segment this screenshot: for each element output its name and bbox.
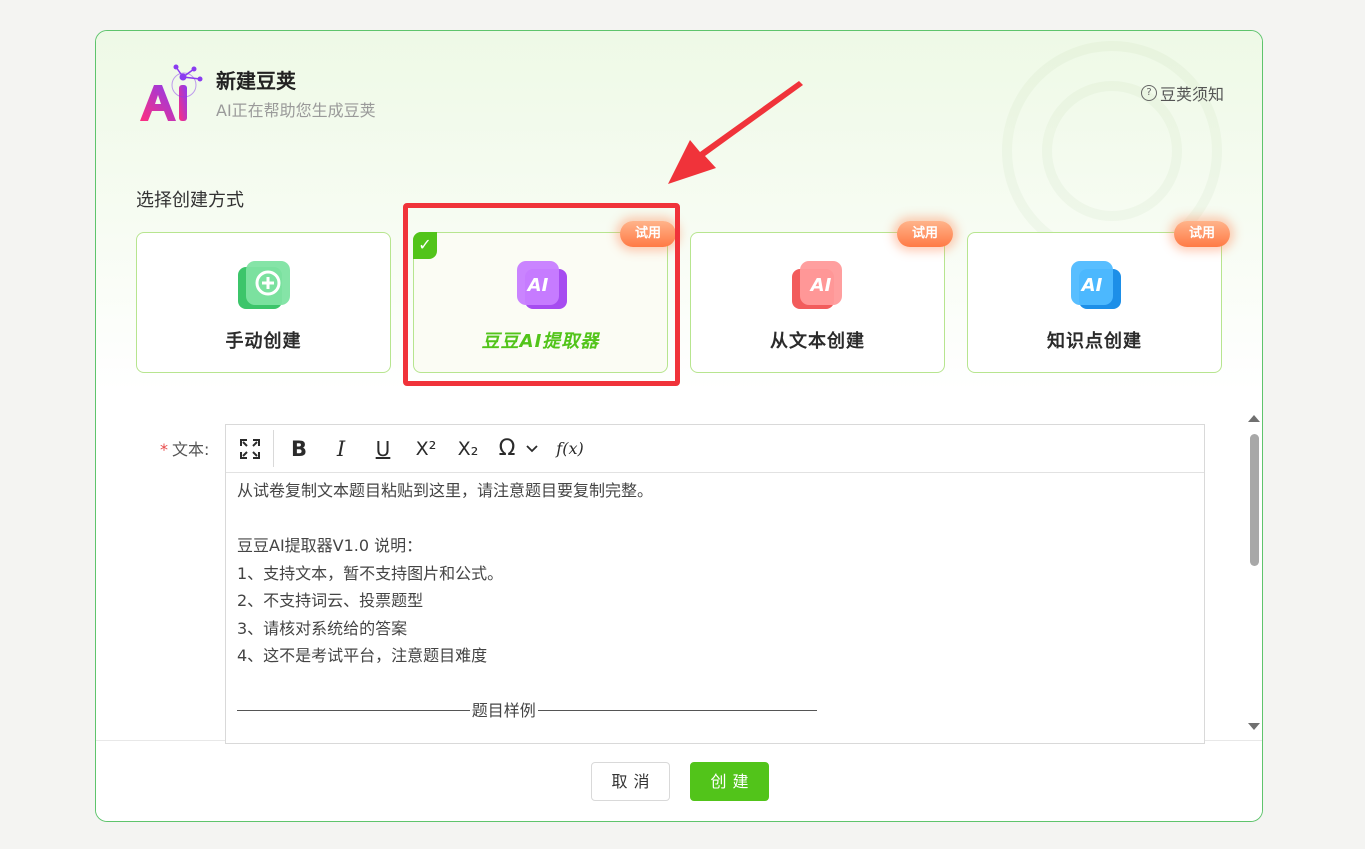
editor-line (237, 670, 1193, 698)
trial-badge: 试用 (897, 221, 953, 247)
subscript-button[interactable]: X₂ (452, 425, 484, 472)
italic-button[interactable]: I (326, 425, 356, 472)
editor-toolbar: B I U X² X₂ Ω f(x) (226, 425, 1204, 473)
cancel-button[interactable]: 取消 (591, 762, 670, 801)
special-char-button[interactable]: Ω (494, 425, 520, 472)
svg-text:AI: AI (1079, 275, 1102, 296)
underline-button[interactable]: U (368, 425, 398, 472)
chevron-down-icon[interactable] (524, 425, 540, 472)
scrollbar-thumb[interactable] (1250, 434, 1259, 566)
card-label: 手动创建 (225, 331, 302, 352)
plus-folder-icon (237, 261, 290, 309)
dialog-subtitle: AI正在帮助您生成豆荚 (216, 101, 376, 120)
card-ai-extractor[interactable]: ✓ 试用 AI 豆豆AI提取器 (413, 221, 676, 373)
text-editor[interactable]: B I U X² X₂ Ω f(x) 从试卷复制文本题目粘贴到这里，请注意题目要… (225, 424, 1205, 744)
card-text-create[interactable]: 试用 AI 从文本创建 (690, 221, 953, 373)
sample-label: 题目样例 (471, 701, 536, 720)
editor-line: 1、支持文本，暂不支持图片和公式。 (237, 563, 504, 583)
editor-line: 从试卷复制文本题目粘贴到这里，请注意题目要复制完整。 (237, 481, 654, 500)
trial-badge: 试用 (620, 221, 676, 247)
check-icon: ✓ (413, 232, 437, 259)
divider-rule (537, 710, 817, 712)
ai-purple-icon: AI (516, 261, 567, 309)
card-label: 知识点创建 (1047, 331, 1142, 352)
svg-text:AI: AI (808, 275, 831, 296)
scroll-up-icon[interactable] (1248, 415, 1260, 422)
svg-text:AI: AI (525, 275, 548, 296)
editor-content[interactable]: 从试卷复制文本题目粘贴到这里，请注意题目要复制完整。 豆豆AI提取器V1.0 说… (237, 477, 1193, 725)
card-manual-create[interactable]: 手动创建 (136, 232, 391, 373)
creation-method-label: 选择创建方式 (136, 190, 244, 211)
pointer-arrow-icon (668, 81, 803, 184)
editor-line: 3、请核对系统给的答案 (237, 618, 408, 638)
dialog-scrollbar[interactable] (1244, 410, 1262, 740)
text-field-label: * 文本: (160, 436, 209, 460)
card-label: 豆豆AI提取器 (481, 331, 600, 352)
editor-line: 2、不支持词云、投票题型 (237, 591, 424, 610)
divider-rule (237, 710, 470, 712)
superscript-button[interactable]: X² (410, 425, 442, 472)
fullscreen-icon[interactable] (226, 425, 273, 472)
question-circle-icon: ? (1140, 85, 1157, 101)
creation-method-cards: 手动创建 ✓ 试用 AI 豆豆AI提取器 试用 AI 从文本创建 试用 AI 知… (136, 221, 1230, 375)
required-mark: * (160, 440, 168, 459)
trial-badge: 试用 (1174, 221, 1230, 247)
editor-line: 豆豆AI提取器V1.0 说明： (237, 536, 423, 555)
editor-line (237, 505, 1193, 533)
pod-guide-link[interactable]: ? 豆荚须知 (1140, 81, 1224, 105)
text-label: 文本: (172, 440, 210, 459)
dialog-footer: 取消 创建 (96, 740, 1262, 821)
formula-button[interactable]: f(x) (552, 425, 588, 472)
scroll-down-icon[interactable] (1248, 723, 1260, 730)
bold-button[interactable]: B (284, 425, 314, 472)
ai-logo-icon (140, 64, 203, 121)
ai-blue-icon: AI (1070, 261, 1121, 309)
toolbar-divider (273, 430, 274, 467)
dialog-title: 新建豆荚 (216, 69, 296, 93)
card-knowledge-create[interactable]: 试用 AI 知识点创建 (967, 221, 1230, 373)
sample-divider: 题目样例 (237, 697, 817, 725)
card-label: 从文本创建 (770, 331, 865, 352)
create-button[interactable]: 创建 (690, 762, 769, 801)
pod-guide-label: 豆荚须知 (1159, 85, 1224, 104)
editor-line: 4、这不是考试平台，注意题目难度 (237, 646, 488, 665)
ai-red-icon: AI (791, 261, 842, 309)
